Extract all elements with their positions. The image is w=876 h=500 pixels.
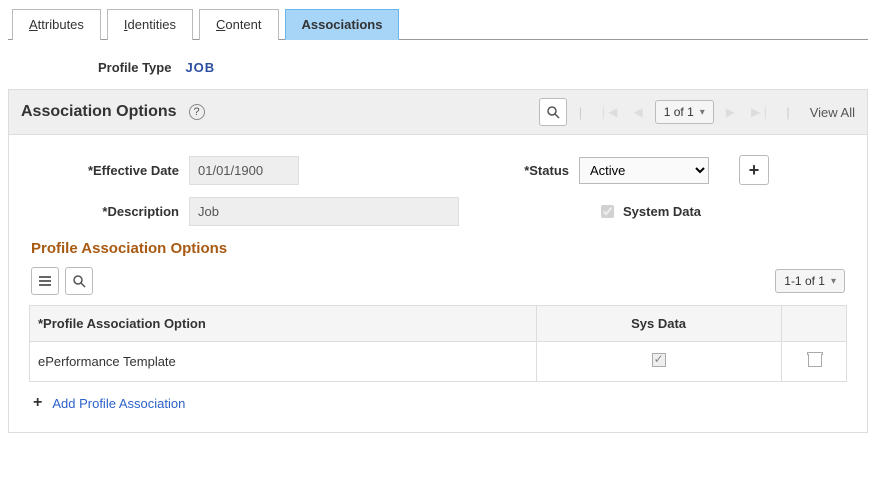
tab-content[interactable]: Content [199,9,279,40]
nav-prev[interactable]: ◀ [629,105,646,119]
pager-dropdown[interactable]: 1 of 1 ▾ [655,100,714,124]
add-profile-association-link[interactable]: + Add Profile Association [29,382,189,424]
association-options-header: Association Options ? | ❘◀ ◀ 1 of 1 ▾ ▶ … [9,90,867,135]
nav-divider: | [782,105,793,120]
cell-delete[interactable] [781,342,846,382]
association-options-title: Association Options [21,103,177,121]
tab-identities[interactable]: Identities [107,9,193,40]
system-data-checkbox [601,205,614,218]
col-sys-data: Sys Data [536,306,781,342]
nav-next[interactable]: ▶ [722,105,739,119]
sys-data-check-icon [652,353,666,367]
tab-associations[interactable]: Associations [285,9,400,40]
grid-icon [38,274,52,288]
nav-divider: | [575,105,586,120]
nav-last[interactable]: ▶❘ [747,105,774,119]
trash-icon [807,352,821,368]
tab-attributes[interactable]: Attributes [12,9,101,40]
association-form: *Effective Date *Status Active + *Descri… [29,155,847,226]
effective-date-label: *Effective Date [29,163,189,178]
system-data-label: System Data [623,204,701,219]
status-label: *Status [459,163,579,178]
plus-icon: + [33,394,42,412]
help-icon[interactable]: ? [189,104,205,120]
association-options-body: *Effective Date *Status Active + *Descri… [9,135,867,432]
chevron-down-icon: ▾ [831,276,836,287]
grid-settings-button[interactable] [31,267,59,295]
system-data-row: System Data [579,202,709,221]
description-field [189,197,459,226]
search-icon [546,105,560,119]
col-option: *Profile Association Option [30,306,537,342]
pao-table: *Profile Association Option Sys Data ePe… [29,305,847,382]
cell-sys-data [536,342,781,382]
profile-association-options-title: Profile Association Options [29,226,847,265]
grid-find-button[interactable] [65,267,93,295]
profile-type-value: JOB [185,60,215,75]
effective-date-field [189,156,299,185]
view-all-link[interactable]: View All [802,105,855,120]
pao-pager-dropdown[interactable]: 1-1 of 1 ▾ [775,269,845,293]
profile-type-label: Profile Type [98,60,171,75]
chevron-down-icon: ▾ [700,107,705,118]
find-button[interactable] [539,98,567,126]
pao-toolbar: 1-1 of 1 ▾ [29,265,847,305]
search-icon [72,274,86,288]
add-row-button[interactable]: + [739,155,769,185]
col-actions [781,306,846,342]
nav-first[interactable]: ❘◀ [594,105,621,119]
table-row: ePerformance Template [30,342,847,382]
profile-type-row: Profile Type JOB [8,40,868,89]
description-label: *Description [29,204,189,219]
status-select[interactable]: Active [579,157,709,184]
association-options-panel: Association Options ? | ❘◀ ◀ 1 of 1 ▾ ▶ … [8,89,868,433]
tab-bar: Attributes Identities Content Associatio… [8,8,868,40]
cell-option: ePerformance Template [30,342,537,382]
